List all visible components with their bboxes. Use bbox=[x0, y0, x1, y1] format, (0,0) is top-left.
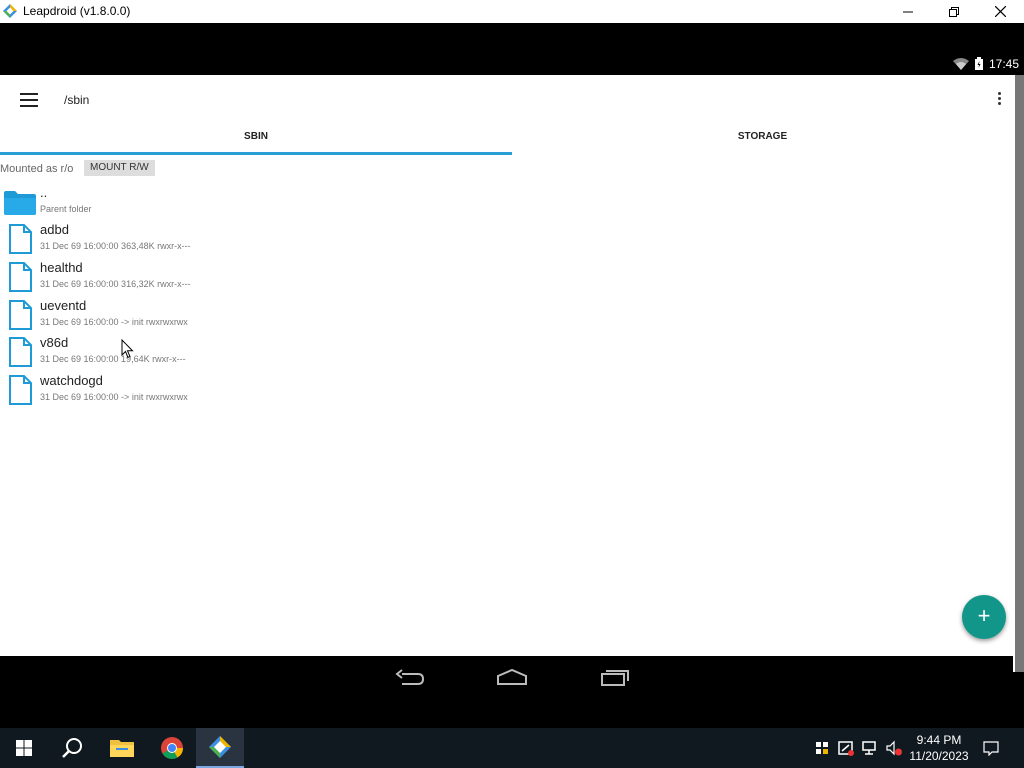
folder-icon bbox=[4, 191, 36, 215]
file-meta: Parent folder bbox=[40, 204, 92, 214]
file-icon bbox=[9, 375, 32, 405]
search-icon bbox=[62, 738, 82, 758]
file-icon bbox=[9, 337, 32, 367]
file-icon bbox=[9, 224, 32, 254]
file-name: .. bbox=[40, 185, 48, 200]
file-explorer-button[interactable] bbox=[98, 728, 146, 768]
taskbar-date: 11/20/2023 bbox=[909, 749, 969, 763]
tab-bar: SBIN STORAGE bbox=[0, 125, 1013, 155]
notification-icon[interactable] bbox=[983, 740, 999, 756]
overflow-menu-icon[interactable] bbox=[996, 92, 1002, 108]
file-meta: 31 Dec 69 16:00:00 -> init rwxrwxrwx bbox=[40, 317, 188, 327]
file-name: watchdogd bbox=[40, 373, 103, 388]
add-fab-button[interactable]: + bbox=[962, 595, 1006, 639]
android-status-bar: 17:45 bbox=[0, 23, 1024, 75]
file-meta: 31 Dec 69 16:00:00 -> init rwxrwxrwx bbox=[40, 392, 188, 402]
file-icon bbox=[9, 262, 32, 292]
list-item-v86d[interactable]: v86d 31 Dec 69 16:00:00 19,64K rwxr-x--- bbox=[0, 333, 500, 370]
file-meta: 31 Dec 69 16:00:00 19,64K rwxr-x--- bbox=[40, 354, 186, 364]
mouse-cursor-icon bbox=[121, 339, 134, 359]
app-toolbar: /sbin bbox=[0, 75, 1013, 125]
chrome-button[interactable] bbox=[148, 728, 196, 768]
android-nav-bar bbox=[0, 656, 1013, 728]
windows-taskbar: 9:44 PM 11/20/2023 bbox=[0, 728, 1024, 768]
scrollbar[interactable] bbox=[1013, 75, 1024, 672]
close-icon bbox=[994, 6, 1006, 17]
taskbar-time: 9:44 PM bbox=[916, 733, 962, 747]
current-path: /sbin bbox=[64, 93, 90, 107]
list-item-ueventd[interactable]: ueventd 31 Dec 69 16:00:00 -> init rwxrw… bbox=[0, 296, 500, 333]
close-button[interactable] bbox=[977, 0, 1023, 23]
mount-rw-button[interactable]: MOUNT R/W bbox=[84, 160, 155, 176]
leapdroid-taskbar-button[interactable] bbox=[196, 728, 244, 768]
tab-sbin[interactable]: SBIN bbox=[0, 125, 512, 155]
start-icon bbox=[16, 740, 32, 756]
home-button[interactable] bbox=[492, 666, 532, 690]
file-manager-screen: /sbin SBIN STORAGE Mounted as r/o MOUNT … bbox=[0, 75, 1013, 656]
restore-button[interactable] bbox=[931, 0, 977, 23]
recents-button[interactable] bbox=[595, 666, 635, 690]
window-titlebar: Leapdroid (v1.8.0.0) bbox=[0, 0, 1024, 23]
list-item-watchdogd[interactable]: watchdogd 31 Dec 69 16:00:00 -> init rwx… bbox=[0, 371, 500, 408]
file-explorer-icon bbox=[110, 740, 134, 757]
file-name: v86d bbox=[40, 335, 69, 350]
list-item-adbd[interactable]: adbd 31 Dec 69 16:00:00 363,48K rwxr-x--… bbox=[0, 220, 500, 257]
tab-sbin-label: SBIN bbox=[244, 131, 268, 142]
file-meta: 31 Dec 69 16:00:00 316,32K rwxr-x--- bbox=[40, 279, 191, 289]
mount-status-label: Mounted as r/o bbox=[0, 163, 74, 175]
list-item-healthd[interactable]: healthd 31 Dec 69 16:00:00 316,32K rwxr-… bbox=[0, 258, 500, 295]
file-name: ueventd bbox=[40, 298, 87, 313]
minimize-icon bbox=[903, 11, 913, 12]
tab-indicator bbox=[0, 152, 512, 155]
hamburger-menu-icon[interactable] bbox=[20, 93, 38, 107]
battery-icon bbox=[975, 57, 983, 70]
taskbar-clock[interactable]: 9:44 PM 11/20/2023 bbox=[904, 732, 974, 764]
start-button[interactable] bbox=[0, 728, 48, 768]
window-title: Leapdroid (v1.8.0.0) bbox=[23, 4, 131, 18]
scrollbar-track[interactable] bbox=[1015, 75, 1024, 672]
mount-status-row: Mounted as r/o MOUNT R/W bbox=[0, 160, 300, 178]
network-icon[interactable] bbox=[862, 740, 878, 756]
chrome-icon bbox=[161, 737, 183, 759]
taskbar-search-button[interactable] bbox=[48, 728, 96, 768]
security-icon[interactable] bbox=[814, 740, 830, 756]
back-icon bbox=[395, 669, 425, 685]
volume-muted-icon[interactable] bbox=[886, 740, 902, 756]
home-icon bbox=[497, 668, 527, 685]
minimize-button[interactable] bbox=[885, 0, 931, 23]
file-icon bbox=[9, 300, 32, 330]
tab-storage-label: STORAGE bbox=[737, 131, 788, 142]
leapdroid-icon bbox=[209, 736, 231, 758]
back-button[interactable] bbox=[390, 666, 430, 690]
file-meta: 31 Dec 69 16:00:00 363,48K rwxr-x--- bbox=[40, 241, 191, 251]
leapdroid-app-icon bbox=[3, 4, 17, 18]
list-item-parent-folder[interactable]: .. Parent folder bbox=[0, 183, 500, 220]
recents-icon bbox=[601, 670, 629, 686]
file-name: healthd bbox=[40, 260, 83, 275]
leapdroid-window: Leapdroid (v1.8.0.0) 17:45 /sbin SBIN ST… bbox=[0, 0, 1024, 728]
wifi-icon bbox=[953, 58, 969, 70]
android-clock: 17:45 bbox=[988, 57, 1019, 71]
tab-storage[interactable]: STORAGE bbox=[512, 125, 1013, 155]
tray-app-icon[interactable] bbox=[838, 740, 854, 756]
file-name: adbd bbox=[40, 222, 69, 237]
restore-icon bbox=[949, 6, 959, 17]
